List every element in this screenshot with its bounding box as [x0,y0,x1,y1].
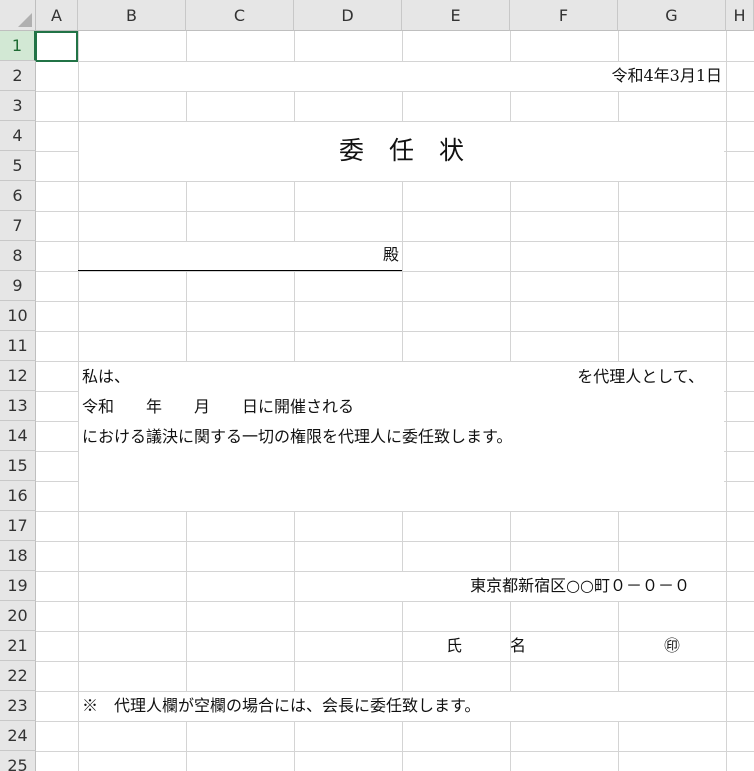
row-header-10[interactable]: 10 [0,301,36,331]
column-header-C[interactable]: C [186,0,294,31]
row-header-15[interactable]: 15 [0,451,36,481]
row-header-8[interactable]: 8 [0,241,36,271]
column-header-F[interactable]: F [510,0,618,31]
column-header-D[interactable]: D [294,0,402,31]
seal-mark[interactable]: ㊞ [660,632,684,662]
row-header-9[interactable]: 9 [0,271,36,301]
body-line2[interactable]: 令和 年 月 日に開催される [82,392,354,422]
row-header-7[interactable]: 7 [0,211,36,241]
row-header-5[interactable]: 5 [0,151,36,181]
row-header-16[interactable]: 16 [0,481,36,511]
row-header-11[interactable]: 11 [0,331,36,361]
row-header-21[interactable]: 21 [0,631,36,661]
column-header-G[interactable]: G [618,0,726,31]
row-header-6[interactable]: 6 [0,181,36,211]
column-header-H[interactable]: H [726,0,754,31]
row-header-24[interactable]: 24 [0,721,36,751]
row-header-13[interactable]: 13 [0,391,36,421]
select-all-corner[interactable] [0,0,36,31]
body-line3[interactable]: における議決に関する一切の権限を代理人に委任致します。 [82,422,512,452]
row-header-23[interactable]: 23 [0,691,36,721]
row-header-22[interactable]: 22 [0,661,36,691]
row-header-18[interactable]: 18 [0,541,36,571]
row-header-1[interactable]: 1 [0,31,36,61]
row-header-17[interactable]: 17 [0,511,36,541]
row-header-4[interactable]: 4 [0,121,36,151]
address-cell[interactable]: 東京都新宿区○○町０－０－０ [420,572,690,602]
row-header-20[interactable]: 20 [0,601,36,631]
body-line1-end[interactable]: を代理人として、 [560,362,704,392]
row-header-25[interactable]: 25 [0,751,36,771]
document-title[interactable]: 委 任 状 [79,122,724,182]
row-header-2[interactable]: 2 [0,61,36,91]
body-line1-start[interactable]: 私は、 [82,362,130,392]
addressee-underline [78,270,402,271]
column-header-A[interactable]: A [36,0,78,31]
column-header-B[interactable]: B [78,0,186,31]
addressee-cell[interactable]: 殿 [79,242,399,270]
row-header-14[interactable]: 14 [0,421,36,451]
name-label[interactable]: 氏 名 [446,632,526,662]
note-cell[interactable]: ※ 代理人欄が空欄の場合には、会長に委任致します。 [82,692,480,722]
row-header-12[interactable]: 12 [0,361,36,391]
column-header-E[interactable]: E [402,0,510,31]
spreadsheet[interactable]: 令和4年3月1日 委 任 状 殿 私は、 を代理人として、 令和 年 月 日に開… [0,0,754,771]
active-cell-cursor[interactable] [35,31,78,62]
date-cell[interactable]: 令和4年3月1日 [560,62,722,92]
row-header-19[interactable]: 19 [0,571,36,601]
row-header-3[interactable]: 3 [0,91,36,121]
